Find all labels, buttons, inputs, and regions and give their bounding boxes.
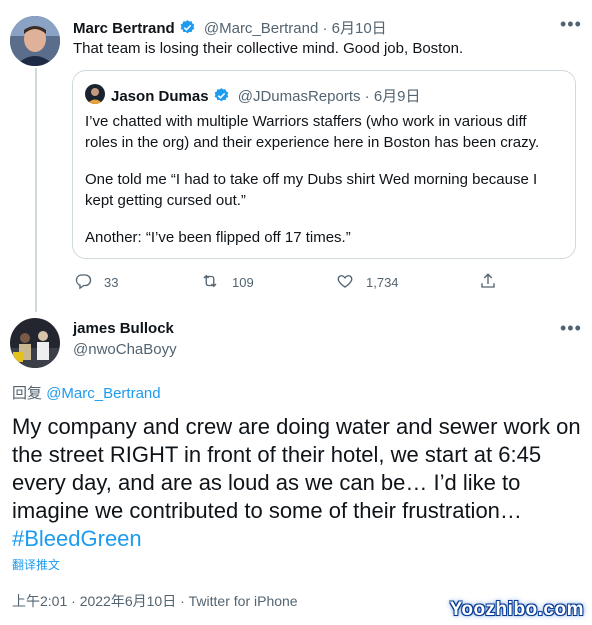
separator: · xyxy=(180,593,185,609)
retweet-button[interactable]: 109 xyxy=(200,272,254,293)
tweet-body: My company and crew are doing water and … xyxy=(12,414,581,523)
avatar-image xyxy=(85,84,105,104)
separator: · xyxy=(364,88,370,105)
tweet-text: That team is losing their collective min… xyxy=(73,40,464,57)
verified-badge-icon xyxy=(213,87,230,108)
retweet-icon xyxy=(200,272,220,293)
watermark-logo: Yoozhibo.com xyxy=(449,599,584,620)
share-button[interactable] xyxy=(479,272,497,293)
more-icon[interactable]: ••• xyxy=(560,14,582,35)
thread-connector xyxy=(35,68,37,312)
parent-tweet-header: Marc Bertrand @Marc_Bertrand · 6月10日 xyxy=(73,17,387,40)
author-name[interactable]: Marc Bertrand xyxy=(73,20,175,37)
quoted-author-name: Jason Dumas xyxy=(111,88,209,105)
reply-context: 回复 @Marc_Bertrand xyxy=(12,382,161,403)
tweet-metadata: 上午2:01 · 2022年6月10日 · Twitter for iPhone xyxy=(12,591,298,611)
separator: · xyxy=(322,20,328,37)
avatar-jason-dumas[interactable] xyxy=(85,84,105,104)
quoted-author-handle: @JDumasReports xyxy=(237,88,361,105)
tweet-timestamp[interactable]: 上午2:01 · 2022年6月10日 xyxy=(12,593,176,609)
share-icon xyxy=(479,272,497,293)
tweet-text: My company and crew are doing water and … xyxy=(12,413,582,553)
avatar-james-bullock[interactable] xyxy=(10,318,60,368)
reply-icon xyxy=(74,272,92,293)
author-handle[interactable]: @nwoChaBoyy xyxy=(73,341,177,358)
quoted-para-3: Another: “I’ve been flipped off 17 times… xyxy=(85,229,351,246)
like-count: 1,734 xyxy=(366,275,399,290)
translate-tweet-link[interactable]: 翻译推文 xyxy=(12,556,60,573)
quoted-para-2: One told me “I had to take off my Dubs s… xyxy=(85,171,538,209)
author-handle[interactable]: @Marc_Bertrand xyxy=(204,20,318,37)
verified-badge-icon xyxy=(179,19,196,40)
avatar-image xyxy=(10,16,60,66)
quoted-tweet-date: 6月9日 xyxy=(373,88,421,105)
reply-prefix: 回复 xyxy=(12,385,43,402)
more-icon[interactable]: ••• xyxy=(560,318,582,339)
tweet-date[interactable]: 6月10日 xyxy=(332,20,387,37)
avatar-marc-bertrand[interactable] xyxy=(10,16,60,66)
avatar-image xyxy=(10,318,60,368)
retweet-count: 109 xyxy=(232,275,254,290)
quoted-tweet[interactable]: Jason Dumas @JDumasReports · 6月9日 I’ve c… xyxy=(72,70,576,259)
tweet-source[interactable]: Twitter for iPhone xyxy=(189,593,298,609)
reply-to-link[interactable]: @Marc_Bertrand xyxy=(46,385,160,402)
like-icon xyxy=(336,272,354,293)
like-button[interactable]: 1,734 xyxy=(336,272,399,293)
reply-button[interactable]: 33 xyxy=(74,272,118,293)
author-name[interactable]: james Bullock xyxy=(73,320,174,337)
quoted-tweet-header: Jason Dumas @JDumasReports · 6月9日 xyxy=(111,85,421,108)
quoted-para-1: I’ve chatted with multiple Warriors staf… xyxy=(85,113,540,151)
hashtag-link[interactable]: #BleedGreen xyxy=(12,525,582,553)
reply-count: 33 xyxy=(104,275,119,290)
